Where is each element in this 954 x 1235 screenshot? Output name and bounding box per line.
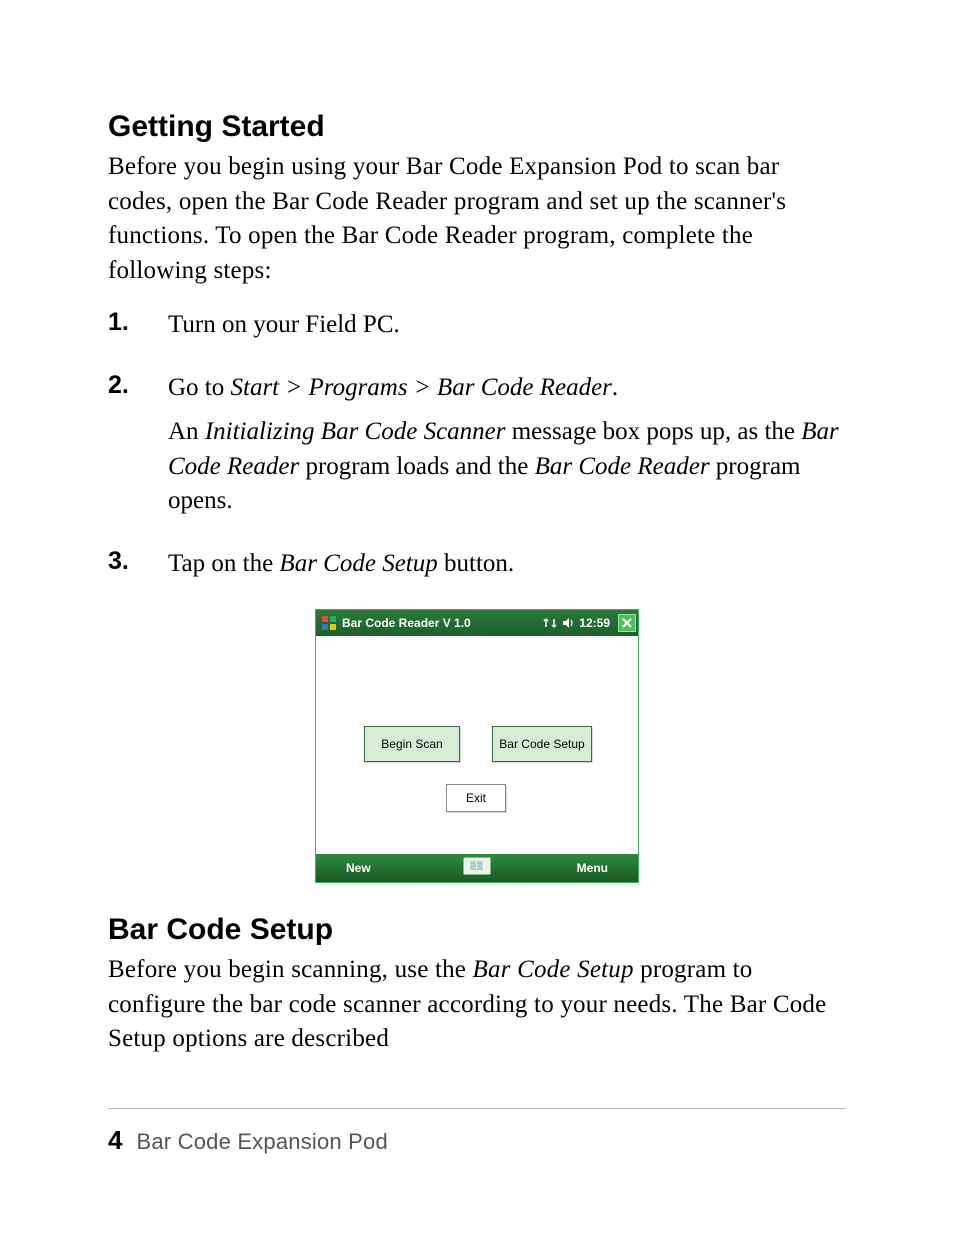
- keyboard-icon[interactable]: ▒▒: [463, 857, 491, 875]
- step-number: 2.: [108, 371, 168, 400]
- step-number: 1.: [108, 308, 168, 337]
- softkey-bar: New ▒▒ Menu: [316, 854, 638, 882]
- footer-title: Bar Code Expansion Pod: [136, 1129, 387, 1155]
- page-footer: 4 Bar Code Expansion Pod: [108, 1108, 846, 1156]
- start-flag-icon[interactable]: [320, 614, 338, 632]
- bar-code-setup-button[interactable]: Bar Code Setup: [492, 726, 592, 762]
- softkey-right[interactable]: Menu: [577, 861, 608, 875]
- page-number: 4: [108, 1125, 122, 1156]
- window-titlebar: Bar Code Reader V 1.0 12:59: [316, 610, 638, 636]
- step-text: Turn on your Field PC.: [168, 308, 846, 343]
- window-title: Bar Code Reader V 1.0: [342, 616, 543, 630]
- volume-icon[interactable]: [561, 616, 575, 630]
- softkey-left[interactable]: New: [346, 861, 371, 875]
- step-text: An Initializing Bar Code Scanner message…: [168, 415, 846, 519]
- intro-getting-started: Before you begin using your Bar Code Exp…: [108, 150, 846, 288]
- connectivity-icon[interactable]: [543, 616, 557, 630]
- heading-getting-started: Getting Started: [108, 110, 846, 144]
- clock-time: 12:59: [579, 616, 610, 630]
- step-text: Tap on the Bar Code Setup button.: [168, 547, 846, 582]
- close-icon[interactable]: [618, 614, 636, 632]
- steps-list: 1. Turn on your Field PC. 2. Go to Start…: [108, 308, 846, 591]
- begin-scan-button[interactable]: Begin Scan: [364, 726, 460, 762]
- heading-bar-code-setup: Bar Code Setup: [108, 913, 846, 947]
- app-screenshot: Bar Code Reader V 1.0 12:59 Begin Scan B…: [315, 609, 639, 883]
- exit-button[interactable]: Exit: [446, 784, 506, 812]
- intro-bar-code-setup: Before you begin scanning, use the Bar C…: [108, 953, 846, 1057]
- app-client-area: Begin Scan Bar Code Setup Exit: [316, 636, 638, 854]
- step-text: Go to Start > Programs > Bar Code Reader…: [168, 371, 846, 406]
- step-number: 3.: [108, 547, 168, 576]
